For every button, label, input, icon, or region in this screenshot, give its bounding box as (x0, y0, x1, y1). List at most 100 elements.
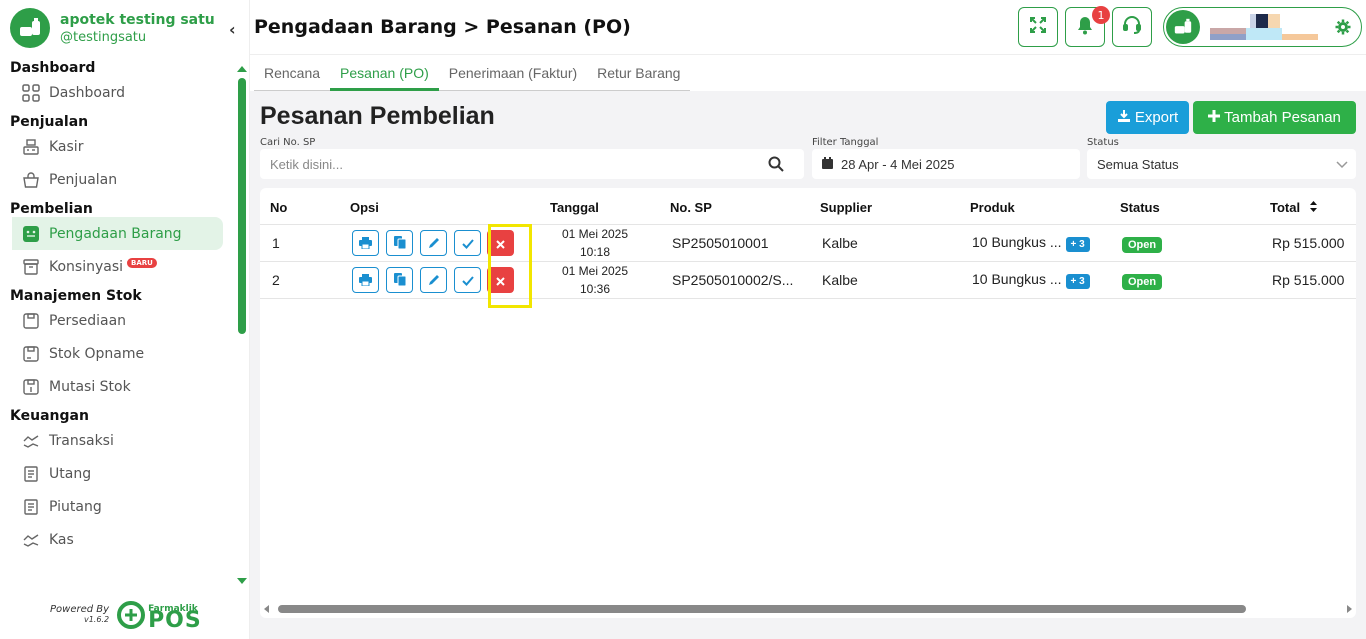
horizontal-scrollbar-thumb[interactable] (278, 605, 1246, 613)
order-date-time: 10:36 (579, 282, 611, 296)
check-icon (461, 234, 474, 253)
avatar (1166, 10, 1200, 44)
support-button[interactable] (1112, 7, 1152, 47)
scroll-left-arrow-icon[interactable] (264, 605, 269, 613)
sidebar-item-label: Dashboard (49, 84, 125, 101)
add-order-button[interactable]: Tambah Pesanan (1193, 101, 1356, 134)
search-placeholder: Ketik disini... (270, 156, 343, 172)
pharmacy-logo-icon (10, 8, 50, 48)
table-row: 2 01 Mei 2025 10:36 SP2505010002/S... Ka… (260, 261, 1356, 298)
order-number[interactable]: SP2505010002/S... (672, 272, 793, 288)
date-filter-label: Filter Tanggal (812, 137, 879, 148)
scroll-down-arrow-icon[interactable] (237, 578, 247, 584)
tab-bar: Rencana Pesanan (PO) Penerimaan (Faktur)… (250, 55, 1366, 91)
download-icon (1117, 109, 1131, 127)
sidebar-item-konsinyasi[interactable]: Konsinyasi BARU (0, 250, 232, 283)
receivable-icon (20, 496, 42, 518)
sidebar-menu: Dashboard Dashboard Penjualan Kasir Penj… (0, 56, 232, 586)
sidebar-scrollbar[interactable] (236, 62, 248, 588)
stock-mutation-icon (20, 376, 42, 398)
sidebar-item-pengadaan-barang[interactable]: Pengadaan Barang (12, 217, 223, 250)
collapse-sidebar-chevron-icon[interactable]: ‹ (229, 20, 236, 39)
section-title: Pesanan Pembelian (260, 102, 495, 130)
tab-penerimaan-faktur[interactable]: Penerimaan (Faktur) (439, 55, 587, 91)
status-select[interactable]: Semua Status (1087, 149, 1356, 179)
sidebar-item-kas[interactable]: Kas (0, 523, 232, 556)
headset-icon (1122, 15, 1142, 39)
edit-button[interactable] (420, 267, 447, 293)
copy-button[interactable] (386, 230, 413, 256)
pencil-icon (428, 271, 440, 290)
row-number: 2 (272, 272, 280, 288)
pencil-icon (428, 234, 440, 253)
tab-rencana[interactable]: Rencana (254, 55, 330, 91)
farmaklik-logo: Farmaklik POS (117, 600, 202, 632)
print-icon (359, 271, 372, 290)
sidebar-item-piutang[interactable]: Piutang (0, 490, 232, 523)
inventory-icon (20, 310, 42, 332)
scroll-up-arrow-icon[interactable] (237, 66, 247, 72)
date-filter-input[interactable]: 28 Apr - 4 Mei 2025 (812, 149, 1080, 179)
sidebar-item-kasir[interactable]: Kasir (0, 130, 232, 163)
table-horizontal-scrollbar[interactable] (260, 601, 1356, 617)
cancel-order-button[interactable] (487, 230, 514, 256)
copy-button[interactable] (386, 267, 413, 293)
print-button[interactable] (352, 267, 379, 293)
main-content: Rencana Pesanan (PO) Penerimaan (Faktur)… (250, 55, 1366, 639)
purchase-orders-panel: Pesanan Pembelian Export Tambah Pesanan … (250, 91, 1366, 639)
column-header-total-label: Total (1270, 200, 1301, 215)
approve-button[interactable] (454, 267, 481, 293)
order-number[interactable]: SP2505010001 (672, 235, 769, 251)
export-button[interactable]: Export (1106, 101, 1189, 134)
product-summary: 10 Bungkus ... + 3 (972, 271, 1090, 289)
sidebar-item-persediaan[interactable]: Persediaan (0, 304, 232, 337)
approve-button[interactable] (454, 230, 481, 256)
sidebar-item-transaksi[interactable]: Transaksi (0, 424, 232, 457)
tab-pesanan-po[interactable]: Pesanan (PO) (330, 55, 439, 91)
notification-button[interactable]: 1 (1065, 6, 1110, 47)
status-cell: Open (1122, 235, 1163, 253)
scrollbar-thumb[interactable] (238, 78, 246, 334)
fullscreen-button[interactable] (1018, 7, 1058, 47)
sidebar-item-mutasi-stok[interactable]: Mutasi Stok (0, 370, 232, 403)
search-input[interactable]: Ketik disini... (260, 149, 804, 179)
supplier-name: Kalbe (822, 235, 858, 251)
sidebar-item-utang[interactable]: Utang (0, 457, 232, 490)
store-name: apotek testing satu (60, 11, 215, 28)
sidebar-item-label: Stok Opname (49, 345, 145, 362)
grid-icon (20, 82, 42, 104)
order-date-time: 10:18 (579, 245, 611, 259)
chevron-down-icon (1336, 158, 1348, 173)
more-products-badge[interactable]: + 3 (1065, 274, 1090, 289)
sidebar-item-penjualan[interactable]: Penjualan (0, 163, 232, 196)
edit-button[interactable] (420, 230, 447, 256)
sidebar-item-stok-opname[interactable]: Stok Opname (0, 337, 232, 370)
search-label: Cari No. SP (260, 137, 316, 148)
calendar-icon (822, 156, 833, 172)
sidebar-item-label: Persediaan (49, 312, 127, 329)
order-total: Rp 515.000 (1272, 272, 1345, 288)
export-label: Export (1134, 109, 1179, 126)
basket-icon (20, 169, 42, 191)
top-header: Pengadaan Barang > Pesanan (PO) 1 (250, 0, 1366, 55)
tab-retur-barang[interactable]: Retur Barang (587, 55, 690, 91)
status-select-value: Semua Status (1097, 156, 1179, 172)
expand-icon (1029, 16, 1047, 38)
column-header-no-sp: No. SP (670, 200, 712, 215)
search-icon[interactable] (768, 156, 784, 175)
profile-menu[interactable] (1163, 7, 1362, 47)
column-header-total[interactable]: Total (1270, 200, 1317, 215)
row-number: 1 (272, 235, 280, 251)
sidebar-item-dashboard[interactable]: Dashboard (0, 76, 232, 109)
cancel-order-button[interactable] (487, 267, 514, 293)
gear-icon[interactable] (1335, 19, 1351, 39)
check-icon (461, 271, 474, 290)
product-label: 10 Bungkus ... (972, 271, 1062, 287)
print-button[interactable] (352, 230, 379, 256)
column-header-supplier: Supplier (820, 200, 873, 215)
sidebar-item-label: Mutasi Stok (49, 378, 131, 395)
copy-icon (393, 234, 406, 253)
plus-icon (1208, 109, 1221, 126)
scroll-right-arrow-icon[interactable] (1347, 605, 1352, 613)
more-products-badge[interactable]: + 3 (1065, 237, 1090, 252)
